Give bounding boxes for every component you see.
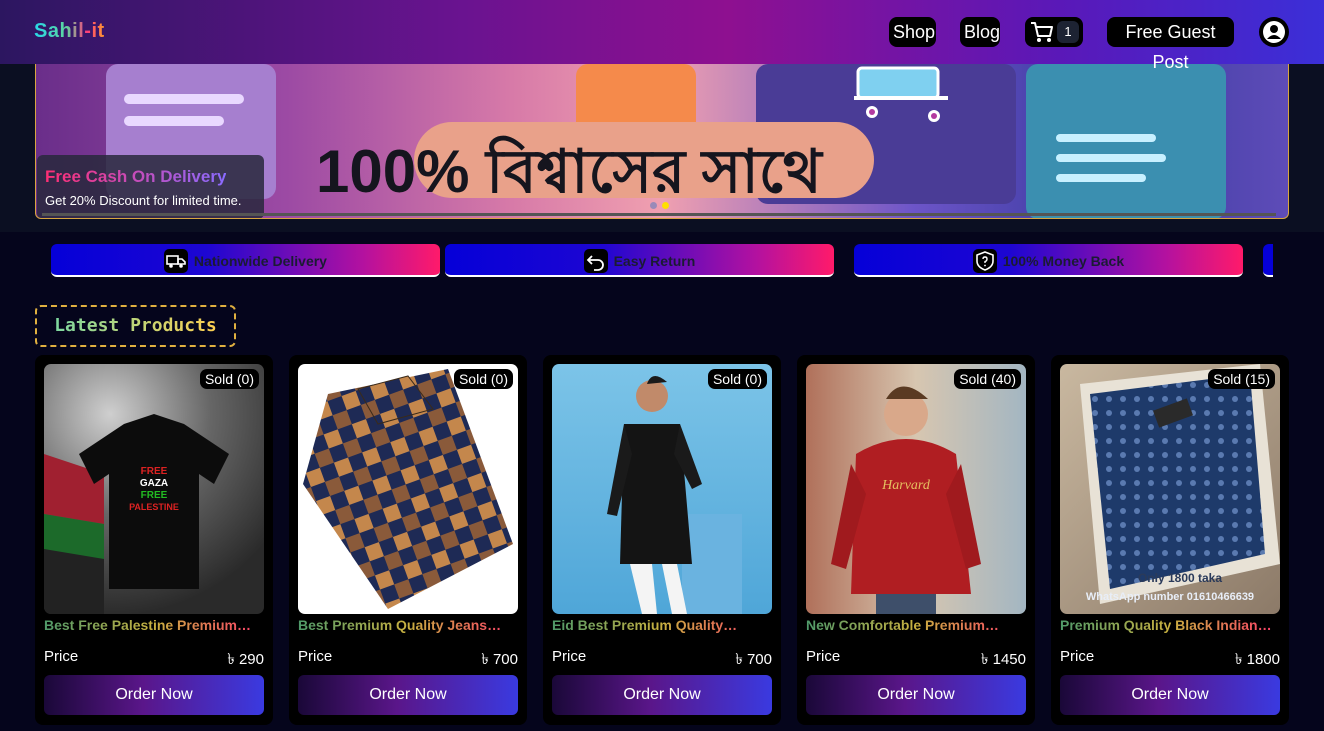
order-now-button[interactable]: Order Now — [44, 675, 264, 715]
tshirt-print-line4: PALESTINE — [129, 502, 179, 512]
section-title-text: Latest Products — [54, 315, 217, 336]
sold-count-badge: Sold (40) — [954, 369, 1021, 389]
hoodie-model-illustration: Harvard — [831, 386, 981, 614]
promo-title: Free Cash On Delivery — [45, 167, 227, 186]
carousel-progress-bar — [42, 213, 1276, 216]
feature-money-back: 100% Money Back — [854, 244, 1243, 277]
cart-button[interactable]: 1 — [1025, 17, 1083, 47]
shirt-offer-text: Only 1800 taka — [1138, 571, 1222, 585]
sold-count-badge: Sold (0) — [199, 369, 259, 389]
tshirt-print-line2: GAZA — [140, 478, 168, 489]
hero-headline: 100% বিশ্বাসের সাথে — [316, 138, 822, 205]
order-now-button[interactable]: Order Now — [298, 675, 518, 715]
hero-section: 100% বিশ্বাসের সাথে Free Cash On Deliver… — [0, 64, 1324, 232]
product-image[interactable]: FREE GAZA FREE PALESTINE Sold (0) — [44, 364, 264, 614]
site-header: Sahil-it Shop Blog 1 Free Guest Post — [0, 0, 1324, 72]
carousel-dot-active[interactable] — [662, 202, 669, 209]
price-value: ৳ 1450 — [980, 651, 1026, 668]
price-label: Price — [552, 648, 587, 665]
product-card[interactable]: Sold (0) Best Premium Quality Jeans… Pri… — [289, 355, 527, 725]
hero-banner[interactable]: 100% বিশ্বাসের সাথে Free Cash On Deliver… — [35, 64, 1289, 219]
shopping-cart-illustration — [854, 66, 948, 122]
feature-label: Nationwide Delivery — [193, 253, 327, 269]
product-card[interactable]: Harvard Sold (40) New Comfortable Premiu… — [797, 355, 1035, 725]
price-label: Price — [1060, 648, 1095, 665]
tshirt-print-line3: FREE — [141, 490, 168, 501]
order-now-button[interactable]: Order Now — [1060, 675, 1280, 715]
nav-blog-button[interactable]: Blog — [960, 17, 1000, 47]
tshirt-illustration: FREE GAZA FREE PALESTINE — [44, 414, 229, 614]
return-icon — [583, 249, 608, 273]
promo-subtitle: Get 20% Discount for limited time. — [45, 193, 242, 208]
feature-label: Easy Return — [613, 253, 696, 269]
product-card[interactable]: Sold (0) Eid Best Premium Quality… Price… — [543, 355, 781, 725]
price-value: ৳ 1800 — [1234, 651, 1280, 668]
hero-decor-line — [1056, 154, 1166, 162]
user-avatar[interactable] — [1259, 17, 1289, 47]
price-value: ৳ 700 — [481, 651, 518, 668]
site-logo[interactable]: Sahil-it — [34, 20, 105, 43]
hoodie-print: Harvard — [881, 478, 931, 493]
cart-icon — [1031, 22, 1053, 42]
product-title[interactable]: Premium Quality Black Indian… — [1060, 617, 1280, 633]
hero-decor-line — [1056, 134, 1156, 142]
cart-count-badge: 1 — [1057, 21, 1079, 43]
product-title[interactable]: Best Premium Quality Jeans… — [298, 617, 518, 633]
panjabi-model-illustration — [607, 375, 742, 614]
hero-decor-line — [1056, 174, 1146, 182]
product-image[interactable]: Sold (0) — [552, 364, 772, 614]
sold-count-badge: Sold (0) — [453, 369, 513, 389]
price-label: Price — [298, 648, 333, 665]
tshirt-print-line1: FREE — [141, 466, 168, 477]
feature-easy-return: Easy Return — [445, 244, 834, 277]
price-value: ৳ 290 — [227, 651, 264, 668]
sold-count-badge: Sold (15) — [1208, 369, 1275, 389]
feature-label: 100% Money Back — [1002, 253, 1125, 269]
hero-decor-line — [124, 116, 224, 126]
product-card[interactable]: Only 1800 taka WhatsApp number 016104666… — [1051, 355, 1289, 725]
free-guest-post-button[interactable]: Free Guest Post — [1107, 17, 1234, 72]
product-title[interactable]: New Comfortable Premium… — [806, 617, 1026, 633]
price-value: ৳ 700 — [735, 651, 772, 668]
product-card[interactable]: FREE GAZA FREE PALESTINE Sold (0) Best F… — [35, 355, 273, 725]
carousel-dot[interactable] — [650, 202, 657, 209]
product-image[interactable]: Sold (0) — [298, 364, 518, 614]
price-label: Price — [806, 648, 841, 665]
carousel-dots — [650, 196, 674, 214]
latest-products-heading: Latest Products — [35, 305, 236, 347]
shirt-phone-text: WhatsApp number 01610466639 — [1086, 591, 1254, 603]
sold-count-badge: Sold (0) — [707, 369, 767, 389]
checked-shirt-illustration — [303, 369, 513, 609]
product-image[interactable]: Harvard Sold (40) — [806, 364, 1026, 614]
nav-shop-button[interactable]: Shop — [889, 17, 936, 47]
feature-nationwide-delivery: Nationwide Delivery — [51, 244, 440, 277]
order-now-button[interactable]: Order Now — [806, 675, 1026, 715]
product-image[interactable]: Only 1800 taka WhatsApp number 016104666… — [1060, 364, 1280, 614]
hero-decor-line — [124, 94, 244, 104]
truck-icon — [164, 249, 189, 273]
order-now-button[interactable]: Order Now — [552, 675, 772, 715]
price-label: Price — [44, 648, 79, 665]
promo-card: Free Cash On Delivery Get 20% Discount f… — [37, 155, 264, 218]
product-title[interactable]: Best Free Palestine Premium… — [44, 617, 264, 633]
shield-icon — [972, 249, 997, 273]
features-strip: Nationwide Delivery Easy Return 100% Mon… — [51, 244, 1273, 278]
product-title[interactable]: Eid Best Premium Quality… — [552, 617, 772, 633]
boxed-shirt-illustration: Only 1800 taka WhatsApp number 016104666… — [1080, 364, 1280, 604]
feature-next-partial — [1263, 244, 1273, 277]
user-icon — [1263, 21, 1285, 43]
